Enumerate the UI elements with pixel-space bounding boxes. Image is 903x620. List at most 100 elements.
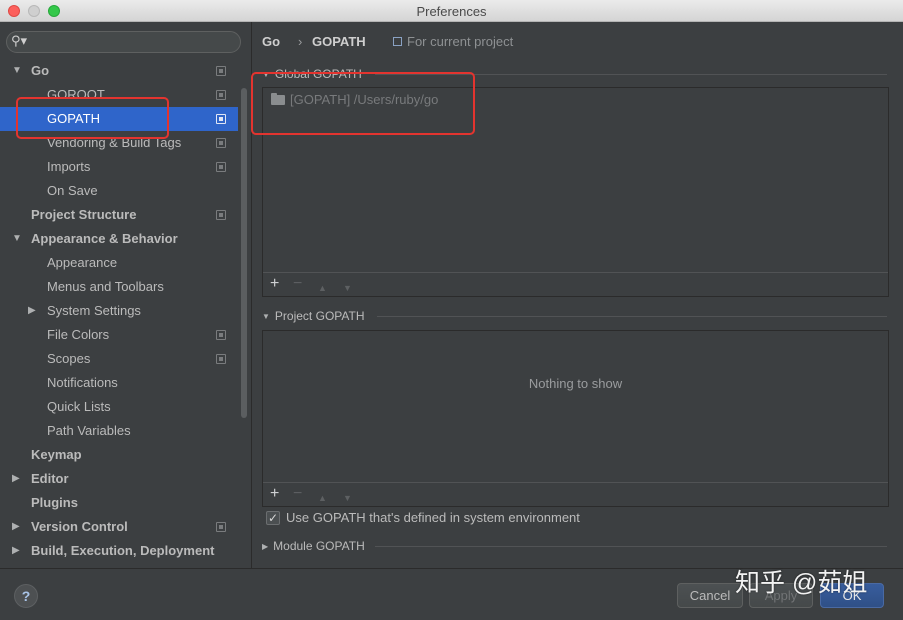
window-title: Preferences [416, 4, 487, 19]
sidebar-item-label: Appearance [47, 255, 118, 270]
project-level-icon [216, 162, 226, 172]
sidebar-item-goroot[interactable]: GOROOT [0, 83, 238, 107]
project-level-icon [216, 66, 226, 76]
sidebar-item-quick-lists[interactable]: Quick Lists [0, 395, 238, 419]
breadcrumb-parent[interactable]: Go [262, 33, 280, 51]
sidebar-item-project-structure[interactable]: Project Structure [0, 203, 238, 227]
sidebar-item-vendoring-build-tags[interactable]: Vendoring & Build Tags [0, 131, 238, 155]
sidebar-item-label: System Settings [47, 303, 141, 318]
project-gopath-title-label: Project GOPATH [274, 309, 365, 323]
expand-arrow-icon[interactable]: ▼ [12, 227, 24, 251]
global-gopath-title-label: Global GOPATH [274, 67, 362, 81]
collapse-arrow-icon[interactable]: ▶ [28, 299, 40, 323]
sidebar-item-on-save[interactable]: On Save [0, 179, 238, 203]
move-up-icon[interactable]: ▲ [318, 490, 327, 506]
sidebar-item-editor[interactable]: ▶ Editor [0, 467, 238, 491]
empty-list-text: Nothing to show [528, 376, 623, 391]
sidebar-item-appearance-behavior[interactable]: ▼ Appearance & Behavior [0, 227, 238, 251]
collapse-arrow-icon[interactable]: ▶ [12, 467, 24, 491]
sidebar-item-label: Scopes [47, 351, 91, 366]
sidebar-item-label: On Save [47, 183, 98, 198]
sidebar-item-label: Appearance & Behavior [31, 231, 178, 246]
remove-icon[interactable]: − [293, 486, 302, 502]
sidebar-item-notifications[interactable]: Notifications [0, 371, 238, 395]
sidebar-item-menus-and-toolbars[interactable]: Menus and Toolbars [0, 275, 238, 299]
sidebar-item-go[interactable]: ▼ Go [0, 59, 238, 83]
use-system-gopath-label: Use GOPATH that's defined in system envi… [286, 510, 580, 525]
sidebar-item-label: Notifications [47, 375, 118, 390]
project-level-icon [216, 330, 226, 340]
global-gopath-entry[interactable]: [GOPATH] /Users/ruby/go [271, 91, 438, 109]
global-gopath-list[interactable]: [GOPATH] /Users/ruby/go + − ▲ ▼ [262, 87, 889, 297]
project-level-icon [216, 114, 226, 124]
window-title-bar: Preferences [0, 0, 903, 22]
settings-content: Go › GOPATH For current project ▼ Global … [253, 22, 903, 568]
section-divider [375, 546, 887, 547]
sidebar-item-label: Go [31, 63, 50, 78]
settings-search-input[interactable]: ⚲▾ [6, 31, 241, 53]
sidebar-item-version-control[interactable]: ▶ Version Control [0, 515, 238, 539]
section-divider [375, 74, 887, 75]
project-scope-icon [393, 37, 402, 46]
add-icon[interactable]: + [270, 486, 279, 502]
sidebar-item-label: Vendoring & Build Tags [47, 135, 182, 150]
sidebar-item-label: Version Control [31, 519, 128, 534]
sidebar-item-label: Quick Lists [47, 399, 111, 414]
sidebar-item-build-execution-deployment[interactable]: ▶ Build, Execution, Deployment [0, 539, 238, 563]
global-gopath-entry-label: [GOPATH] /Users/ruby/go [290, 92, 439, 107]
sidebar-item-label: Project Structure [31, 207, 137, 222]
sidebar-item-gopath[interactable]: GOPATH [0, 107, 238, 131]
breadcrumb-separator: › [298, 34, 303, 49]
sidebar-item-path-variables[interactable]: Path Variables [0, 419, 238, 443]
move-down-icon[interactable]: ▼ [343, 490, 352, 506]
settings-tree: ▼ Go GOROOT GOPATH Vendoring & Build Tags Imp… [0, 59, 238, 563]
collapse-arrow-icon[interactable]: ▶ [12, 539, 24, 563]
sidebar-item-label: GOROOT [47, 87, 105, 102]
sidebar-item-imports[interactable]: Imports [0, 155, 238, 179]
expand-triangle-icon: ▼ [262, 312, 270, 321]
sidebar-item-label: Menus and Toolbars [47, 279, 164, 294]
collapse-arrow-icon[interactable]: ▶ [12, 515, 24, 539]
sidebar-item-scopes[interactable]: Scopes [0, 347, 238, 371]
section-divider [377, 316, 887, 317]
project-gopath-list[interactable]: Nothing to show + − ▲ ▼ [262, 330, 889, 507]
module-gopath-section-title[interactable]: ▶ Module GOPATH [262, 539, 365, 553]
cancel-button[interactable]: Cancel [677, 583, 743, 608]
help-button[interactable]: ? [14, 584, 38, 608]
global-gopath-section-title[interactable]: ▼ Global GOPATH [262, 67, 362, 81]
sidebar-scrollbar[interactable] [241, 88, 247, 418]
sidebar-item-label: Build, Execution, Deployment [31, 543, 215, 558]
sidebar-item-label: Path Variables [47, 423, 131, 438]
sidebar-item-label: File Colors [47, 327, 110, 342]
sidebar-item-label: Plugins [31, 495, 78, 510]
sidebar-item-file-colors[interactable]: File Colors [0, 323, 238, 347]
folder-icon [271, 93, 285, 105]
expand-arrow-icon[interactable]: ▼ [12, 59, 24, 83]
project-level-icon [216, 354, 226, 364]
remove-icon[interactable]: − [293, 276, 302, 292]
sidebar-item-label: Keymap [31, 447, 82, 462]
project-level-icon [216, 522, 226, 532]
use-system-gopath-checkbox[interactable]: ✓ [266, 511, 280, 525]
project-level-icon [216, 90, 226, 100]
global-gopath-toolbar: + − ▲ ▼ [263, 272, 888, 296]
sidebar-item-keymap[interactable]: Keymap [0, 443, 238, 467]
add-icon[interactable]: + [270, 276, 279, 292]
sidebar-item-system-settings[interactable]: ▶ System Settings [0, 299, 238, 323]
expand-triangle-icon: ▼ [262, 70, 270, 79]
module-gopath-title-label: Module GOPATH [273, 539, 365, 553]
sidebar-item-label: GOPATH [47, 111, 100, 126]
sidebar-item-label: Editor [31, 471, 69, 486]
collapse-triangle-icon: ▶ [262, 542, 269, 551]
project-gopath-section-title[interactable]: ▼ Project GOPATH [262, 309, 365, 323]
sidebar-item-plugins[interactable]: Plugins [0, 491, 238, 515]
move-up-icon[interactable]: ▲ [318, 280, 327, 296]
sidebar-item-appearance[interactable]: Appearance [0, 251, 238, 275]
watermark-text: 知乎 @茹姐 [735, 569, 868, 597]
move-down-icon[interactable]: ▼ [343, 280, 352, 296]
breadcrumb-current: GOPATH [312, 34, 366, 49]
breadcrumb-scope: For current project [407, 34, 514, 49]
project-level-icon [216, 138, 226, 148]
settings-sidebar: ⚲▾ ▼ Go GOROOT GOPATH Vendoring & Build Tags… [0, 22, 252, 568]
search-icon: ⚲▾ [11, 33, 28, 48]
